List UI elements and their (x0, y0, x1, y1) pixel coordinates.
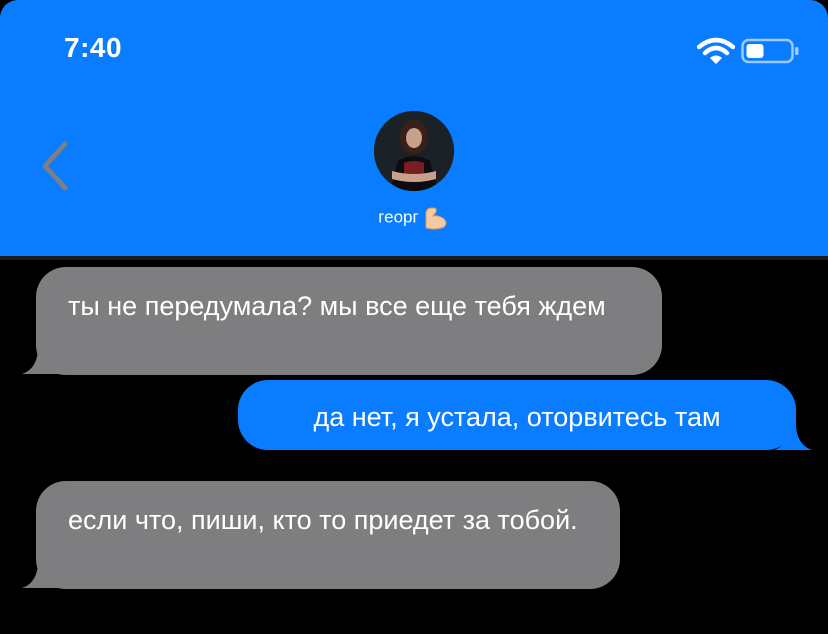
flexed-biceps-icon (425, 207, 447, 230)
header-divider (0, 256, 828, 260)
wifi-icon (697, 37, 735, 64)
chat-header: 7:40 георг (0, 0, 828, 256)
incoming-message-bubble[interactable]: ты не передумала? мы все еще тебя ждем (36, 267, 662, 375)
status-time: 7:40 (64, 32, 123, 63)
contact-name-row[interactable]: георг (0, 204, 828, 231)
battery-icon (741, 38, 799, 64)
incoming-message-bubble[interactable]: если что, пиши, кто то приедет за тобой. (36, 481, 620, 589)
contact-avatar[interactable] (374, 111, 454, 191)
outgoing-message-bubble[interactable]: да нет, я устала, оторвитесь там (238, 380, 796, 450)
back-button[interactable] (38, 138, 74, 194)
avatar-photo (374, 111, 454, 191)
contact-name: георг (378, 207, 419, 227)
